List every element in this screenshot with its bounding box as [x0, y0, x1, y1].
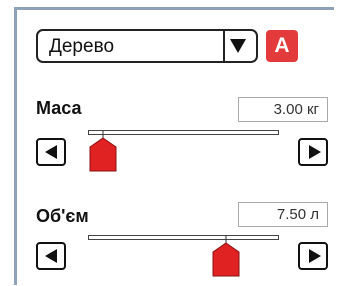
mass-label: Маса	[36, 98, 82, 118]
mass-slider-thumb[interactable]	[88, 130, 118, 172]
chevron-down-icon[interactable]	[230, 39, 246, 53]
mass-decrement-button[interactable]	[36, 138, 66, 166]
material-dropdown[interactable]: Дерево	[36, 29, 258, 63]
material-dropdown-value: Дерево	[49, 36, 115, 57]
arrow-left-icon	[45, 145, 57, 159]
arrow-right-icon	[309, 145, 321, 159]
volume-value-field[interactable]: 7.50 л	[238, 202, 328, 227]
volume-decrement-button[interactable]	[36, 242, 66, 270]
volume-label: Об'єм	[36, 206, 89, 226]
volume-increment-button[interactable]	[298, 242, 328, 270]
dropdown-separator	[223, 31, 225, 61]
mass-value-field[interactable]: 3.00 кг	[238, 97, 328, 122]
mass-increment-button[interactable]	[298, 138, 328, 166]
volume-slider-thumb[interactable]	[211, 235, 241, 277]
material-badge[interactable]: A	[266, 30, 298, 62]
arrow-left-icon	[45, 249, 57, 263]
volume-slider-track[interactable]	[88, 235, 279, 240]
arrow-right-icon	[309, 249, 321, 263]
